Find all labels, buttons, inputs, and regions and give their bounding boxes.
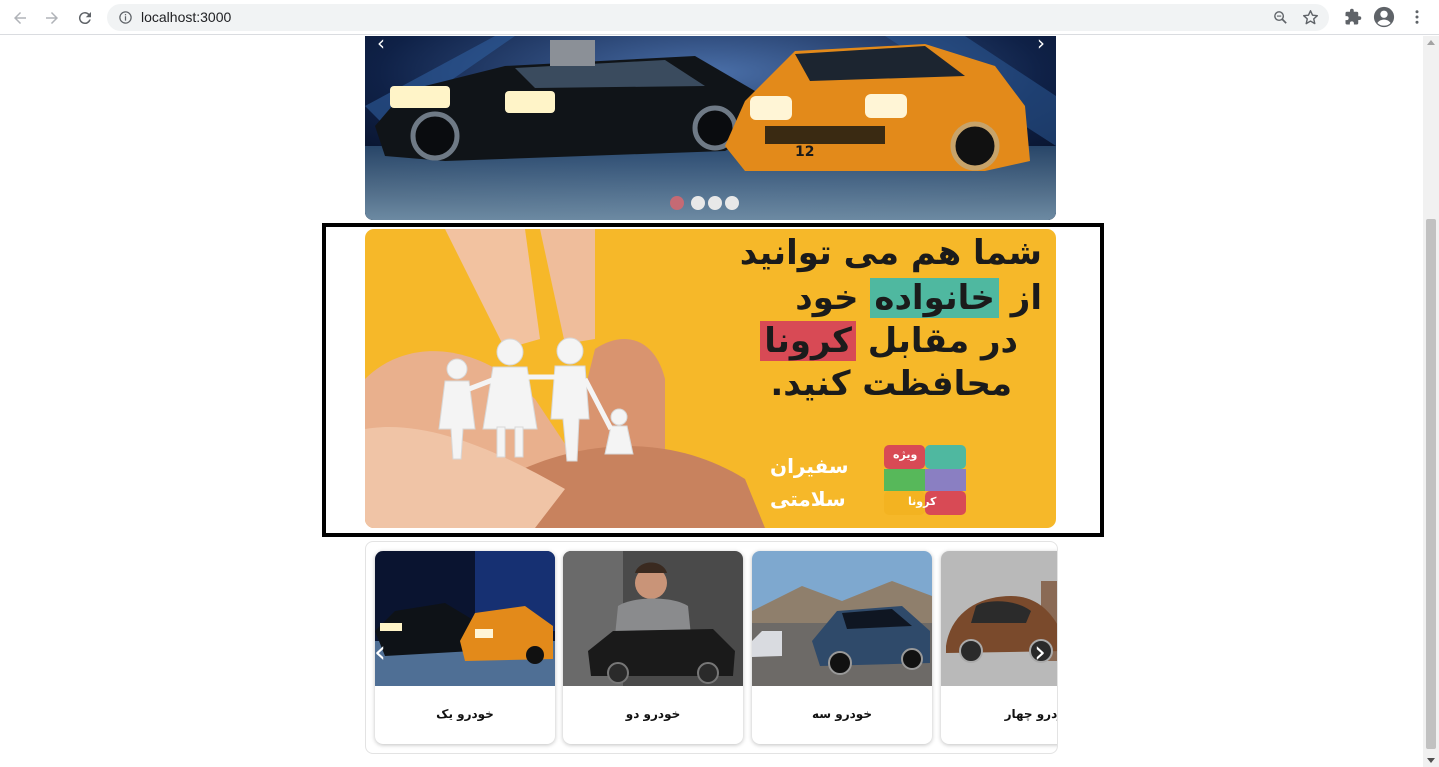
car-card[interactable]: خودرو دو (563, 551, 743, 744)
car-card-title: خودرو سه (812, 707, 872, 721)
logo-text-bottom: سلامتی (770, 487, 846, 511)
promo-line-3-prefix: در مقابل (867, 321, 1018, 361)
pagination-dot[interactable] (708, 196, 722, 210)
info-icon[interactable] (118, 10, 133, 25)
url-text[interactable]: localhost:3000 (141, 9, 231, 25)
address-bar[interactable]: localhost:3000 (107, 4, 1329, 31)
account-icon[interactable] (1373, 6, 1395, 28)
promo-line-2-suffix: خود (795, 278, 859, 318)
car-card-title: خودرو چهار (1004, 707, 1058, 721)
carousel-prev-button[interactable]: ‹ (370, 638, 390, 668)
hero-next-button[interactable]: › (1031, 36, 1051, 56)
promo-highlight-corona: کرونا (760, 321, 856, 361)
svg-text:12: 12 (795, 144, 814, 160)
hero-pagination (670, 196, 739, 210)
scroll-down-arrow-icon[interactable] (1427, 758, 1435, 763)
car-card-title: خودرو دو (625, 707, 681, 721)
car-card-image (375, 551, 555, 686)
page-viewport: 12 ‹ › شما هم می توانید از خانواده خود د… (0, 36, 1423, 767)
hero-slider: 12 ‹ › (365, 36, 1056, 220)
arrow-left-icon[interactable] (8, 6, 32, 30)
pagination-dot[interactable] (670, 196, 684, 210)
car-card[interactable]: خودرو یک (375, 551, 555, 744)
promo-line-2: از خانواده خود (795, 278, 1042, 318)
promo-line-3: در مقابل کرونا (760, 321, 1018, 361)
carousel-next-button[interactable]: › (1030, 638, 1050, 668)
promo-line-4: محافظت کنید. (770, 364, 1012, 404)
promo-line-2-prefix: از (1010, 278, 1042, 318)
hero-slide-image: 12 (365, 36, 1056, 220)
scrollbar-thumb[interactable] (1426, 219, 1436, 749)
car-carousel: خودرو یک خودرو دو خودرو سه درو چهار ‹ › (365, 541, 1058, 754)
pagination-dot[interactable] (725, 196, 739, 210)
promo-banner[interactable]: شما هم می توانید از خانواده خود در مقابل… (365, 229, 1056, 528)
star-icon[interactable] (1301, 8, 1320, 27)
hero-prev-button[interactable]: ‹ (371, 36, 391, 56)
pagination-dot[interactable] (691, 196, 705, 210)
car-card-image (752, 551, 932, 686)
browser-toolbar: localhost:3000 (0, 0, 1439, 35)
logo-badge-top: ویژه (893, 448, 918, 461)
zoom-icon[interactable] (1272, 9, 1289, 26)
car-card[interactable]: خودرو سه (752, 551, 932, 744)
promo-highlight-family: خانواده (870, 278, 999, 318)
logo-text-top: سفیران (770, 454, 849, 478)
logo-badge-bottom: کرونا (908, 495, 937, 508)
puzzle-icon[interactable] (1342, 6, 1364, 28)
promo-line-1: شما هم می توانید (739, 233, 1042, 273)
more-vert-icon[interactable] (1406, 6, 1428, 28)
scroll-up-arrow-icon[interactable] (1427, 40, 1435, 45)
page-scrollbar[interactable] (1423, 36, 1439, 767)
car-card-title: خودرو یک (436, 707, 494, 721)
reload-icon[interactable] (73, 6, 97, 30)
arrow-right-icon[interactable] (40, 6, 64, 30)
car-card-image (563, 551, 743, 686)
